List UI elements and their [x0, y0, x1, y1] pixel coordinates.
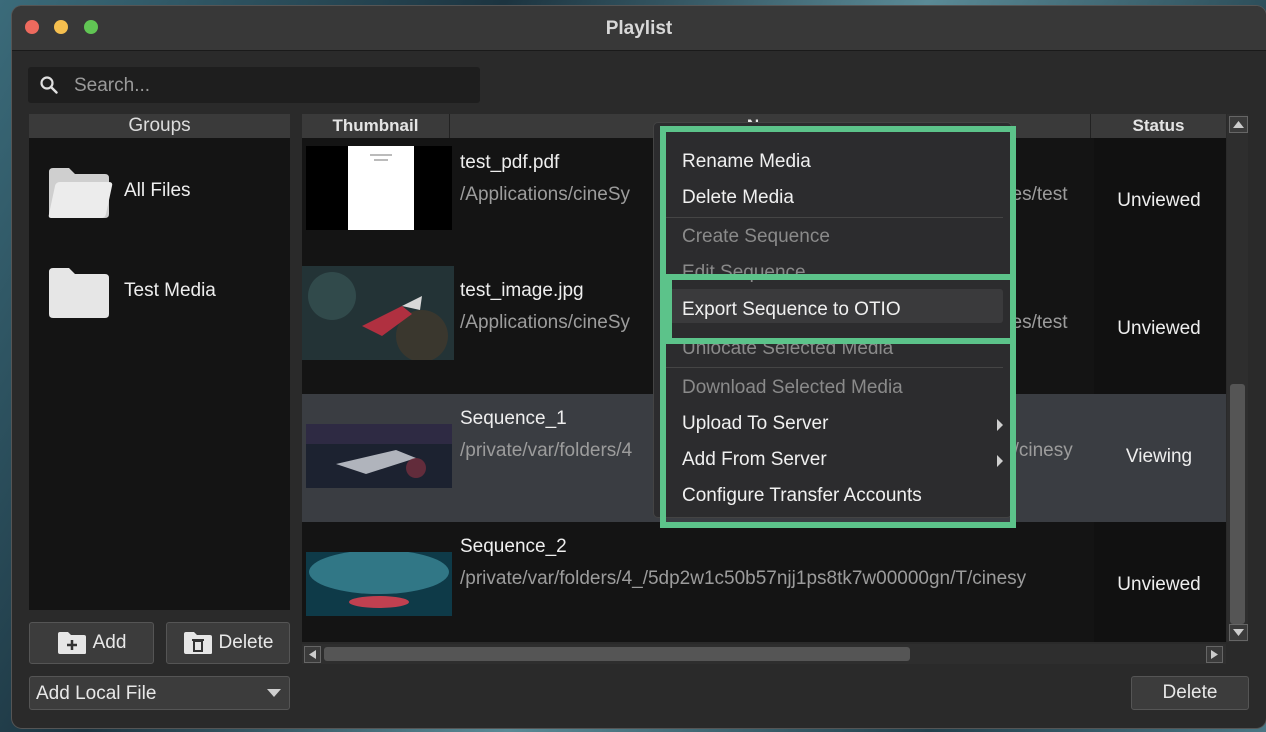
media-path-tail: ces/test [1002, 184, 1068, 205]
scroll-up-button[interactable] [1229, 116, 1248, 133]
menu-separator [662, 217, 1003, 218]
menu-item-create-sequence: Create Sequence [682, 226, 830, 247]
add-local-file-dropdown[interactable]: Add Local File [29, 676, 290, 710]
column-header-status[interactable]: Status [1091, 114, 1226, 138]
arrow-down-icon [1233, 629, 1244, 636]
open-folder-icon [48, 168, 113, 218]
pdf-thumbnail [306, 146, 452, 230]
status-text: Unviewed [1117, 190, 1201, 211]
add-group-button[interactable]: Add [29, 622, 154, 664]
media-path-tail: T/cinesy [1002, 440, 1073, 461]
delete-label: Delete [218, 632, 274, 653]
folder-icon [49, 268, 109, 318]
table-row[interactable]: Sequence_2 /private/var/folders/4_/5dp2w… [302, 522, 1226, 642]
sequence-thumbnail [306, 424, 452, 488]
menu-item-add-from-server[interactable]: Add From Server [682, 449, 827, 471]
status-text: Unviewed [1117, 574, 1201, 595]
media-path: /Applications/cineSy [460, 312, 631, 333]
groups-header: Groups [29, 114, 290, 138]
menu-item-edit-sequence: Edit Sequence [682, 262, 806, 283]
sequence-thumbnail [306, 552, 452, 616]
menu-item-configure-transfer-accounts[interactable]: Configure Transfer Accounts [682, 485, 922, 507]
menu-item-upload-to-server[interactable]: Upload To Server [682, 413, 828, 435]
window-title: Playlist [605, 18, 673, 39]
delete-button-label: Delete [1162, 682, 1218, 703]
title-bar: Playlist [12, 6, 1266, 51]
submenu-arrow-icon [997, 419, 1003, 431]
media-name: test_pdf.pdf [460, 152, 560, 173]
group-item-test-media[interactable]: Test Media [47, 264, 287, 320]
menu-item-export-sequence-to-otio[interactable]: Export Sequence to OTIO [682, 299, 901, 321]
group-label: Test Media [124, 280, 216, 301]
add-folder-icon [57, 632, 86, 654]
chevron-down-icon [267, 689, 281, 697]
vertical-scroll-thumb[interactable] [1230, 384, 1245, 624]
horizontal-scroll-thumb[interactable] [324, 647, 910, 661]
submenu-arrow-icon [997, 455, 1003, 467]
add-label: Add [92, 632, 127, 653]
arrow-left-icon [309, 650, 316, 659]
group-label: All Files [124, 180, 191, 201]
media-path: /private/var/folders/4_/5dp2w1c50b57njj1… [460, 568, 1027, 589]
status-text: Viewing [1125, 446, 1193, 467]
group-item-all-files[interactable]: All Files [47, 164, 287, 220]
search-icon [40, 76, 58, 94]
horizontal-scrollbar[interactable] [302, 644, 1226, 664]
media-name: Sequence_2 [460, 536, 567, 557]
status-text: Unviewed [1117, 318, 1201, 339]
playlist-window: Playlist Groups All Files Test Media [12, 6, 1266, 728]
groups-panel: Groups All Files Test Media [29, 114, 290, 610]
trash-folder-icon [183, 632, 212, 654]
arrow-up-icon [1233, 121, 1244, 128]
media-name: Sequence_1 [460, 408, 567, 429]
column-header-thumbnail[interactable]: Thumbnail [302, 114, 450, 138]
menu-item-rename-media[interactable]: Rename Media [682, 151, 811, 173]
media-path: /private/var/folders/4 [460, 440, 633, 461]
media-name: test_image.jpg [460, 280, 584, 301]
menu-item-delete-media[interactable]: Delete Media [682, 187, 794, 209]
media-path: /Applications/cineSy [460, 184, 631, 205]
menu-item-unlocate-selected-media: Unlocate Selected Media [682, 338, 894, 359]
delete-button[interactable]: Delete [1131, 676, 1249, 710]
search-box[interactable] [28, 67, 480, 103]
scroll-left-button[interactable] [304, 646, 321, 663]
image-thumbnail [302, 266, 454, 360]
menu-item-download-selected-media: Download Selected Media [682, 377, 903, 398]
delete-group-button[interactable]: Delete [166, 622, 290, 664]
search-input[interactable] [72, 71, 476, 101]
arrow-right-icon [1211, 650, 1218, 659]
context-menu: Rename Media Delete Media Create Sequenc… [653, 122, 1012, 518]
dropdown-value: Add Local File [36, 683, 157, 704]
media-path-tail: ces/test [1002, 312, 1068, 333]
scroll-down-button[interactable] [1229, 624, 1248, 641]
vertical-scrollbar[interactable] [1227, 114, 1248, 642]
menu-separator [662, 367, 1003, 368]
scroll-right-button[interactable] [1206, 646, 1223, 663]
